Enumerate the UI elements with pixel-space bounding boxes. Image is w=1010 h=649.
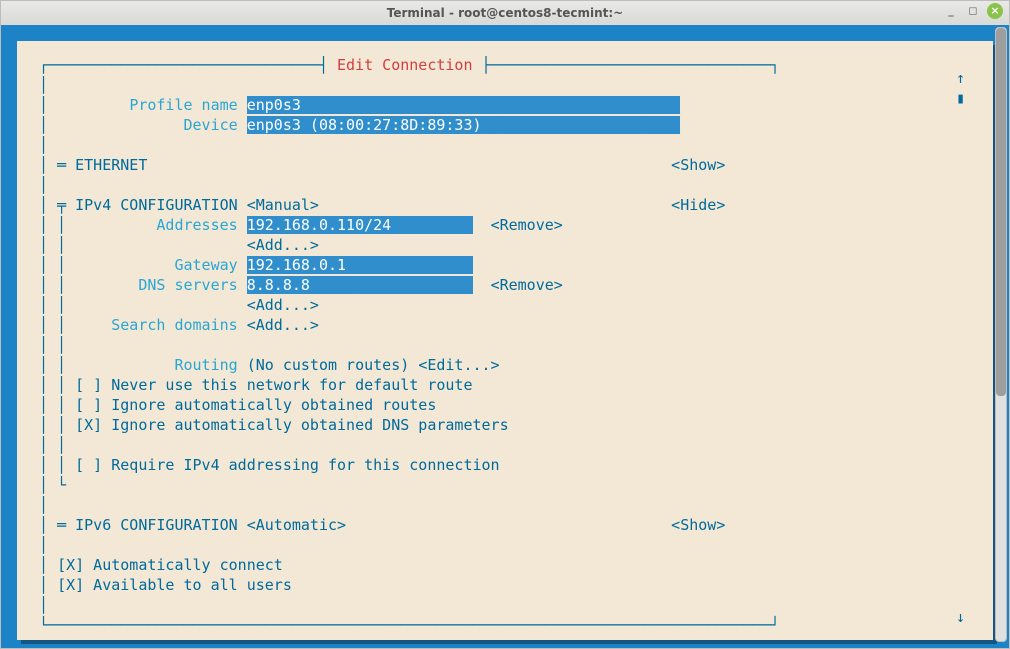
tui-screen: ┌──────────────────────────────┤ Edit Co… — [39, 55, 971, 635]
terminal-window: Terminal - root@centos8-tecmint:~ _ ◻ × … — [0, 0, 1010, 649]
address-add-button[interactable]: <Add...> — [247, 236, 319, 254]
dns0-input[interactable]: 8.8.8.8 — [247, 276, 310, 294]
chk-ignore-dns[interactable]: [X] Ignore automatically obtained DNS pa… — [75, 416, 508, 434]
ipv4-mode-select[interactable]: <Manual> — [247, 196, 319, 214]
gateway-input[interactable]: 192.168.0.1 — [247, 256, 346, 274]
dns-add-button[interactable]: <Add...> — [247, 296, 319, 314]
ethernet-section-label: ETHERNET — [75, 156, 147, 174]
scrollbar-thumb[interactable] — [996, 28, 1006, 396]
window-scrollbar[interactable] — [995, 27, 1007, 642]
address0-remove-button[interactable]: <Remove> — [491, 216, 563, 234]
window-title: Terminal - root@centos8-tecmint:~ — [387, 6, 623, 20]
chk-autoconnect[interactable]: [X] Automatically connect — [57, 556, 283, 574]
device-input[interactable]: enp0s3 (08:00:27:8D:89:33) — [247, 116, 482, 134]
dns-label: DNS servers — [138, 276, 237, 294]
nmtui-dialog: ↑ ▮ ↓ ┌──────────────────────────────┤ E… — [17, 41, 993, 640]
chk-ignore-routes[interactable]: [ ] Ignore automatically obtained routes — [75, 396, 436, 414]
dns0-remove-button[interactable]: <Remove> — [491, 276, 563, 294]
ipv6-mode-select[interactable]: <Automatic> — [247, 516, 346, 534]
window-titlebar: Terminal - root@centos8-tecmint:~ _ ◻ × — [1, 1, 1009, 26]
routing-status: (No custom routes) — [247, 356, 410, 374]
chk-never-default[interactable]: [ ] Never use this network for default r… — [75, 376, 472, 394]
scroll-down-icon[interactable]: ↓ — [956, 608, 965, 626]
ipv6-show-button[interactable]: <Show> — [671, 516, 725, 534]
ethernet-show-button[interactable]: <Show> — [671, 156, 725, 174]
chk-require-v4[interactable]: [ ] Require IPv4 addressing for this con… — [75, 456, 499, 474]
minimize-button[interactable]: _ — [943, 3, 959, 19]
search-add-button[interactable]: <Add...> — [247, 316, 319, 334]
terminal-client: ↑ ▮ ↓ ┌──────────────────────────────┤ E… — [1, 25, 1009, 648]
gateway-label: Gateway — [174, 256, 237, 274]
profile-name-input[interactable]: enp0s3 — [247, 96, 301, 114]
scroll-up-icon[interactable]: ↑ — [956, 69, 965, 87]
routing-edit-button[interactable]: <Edit...> — [418, 356, 499, 374]
window-controls: _ ◻ × — [943, 3, 1003, 19]
ipv4-hide-button[interactable]: <Hide> — [671, 196, 725, 214]
device-label: Device — [184, 116, 238, 134]
dialog-title: Edit Connection — [337, 56, 472, 74]
maximize-button[interactable]: ◻ — [965, 3, 981, 19]
close-button[interactable]: × — [987, 3, 1003, 19]
routing-label: Routing — [174, 356, 237, 374]
search-domains-label: Search domains — [111, 316, 237, 334]
addresses-label: Addresses — [156, 216, 237, 234]
scroll-pos-icon: ▮ — [956, 89, 965, 107]
ipv6-section-label: IPv6 CONFIGURATION — [75, 516, 238, 534]
profile-name-label: Profile name — [129, 96, 237, 114]
chk-all-users[interactable]: [X] Available to all users — [57, 576, 292, 594]
ipv4-section-label: IPv4 CONFIGURATION — [75, 196, 238, 214]
address0-input[interactable]: 192.168.0.110/24 — [247, 216, 392, 234]
